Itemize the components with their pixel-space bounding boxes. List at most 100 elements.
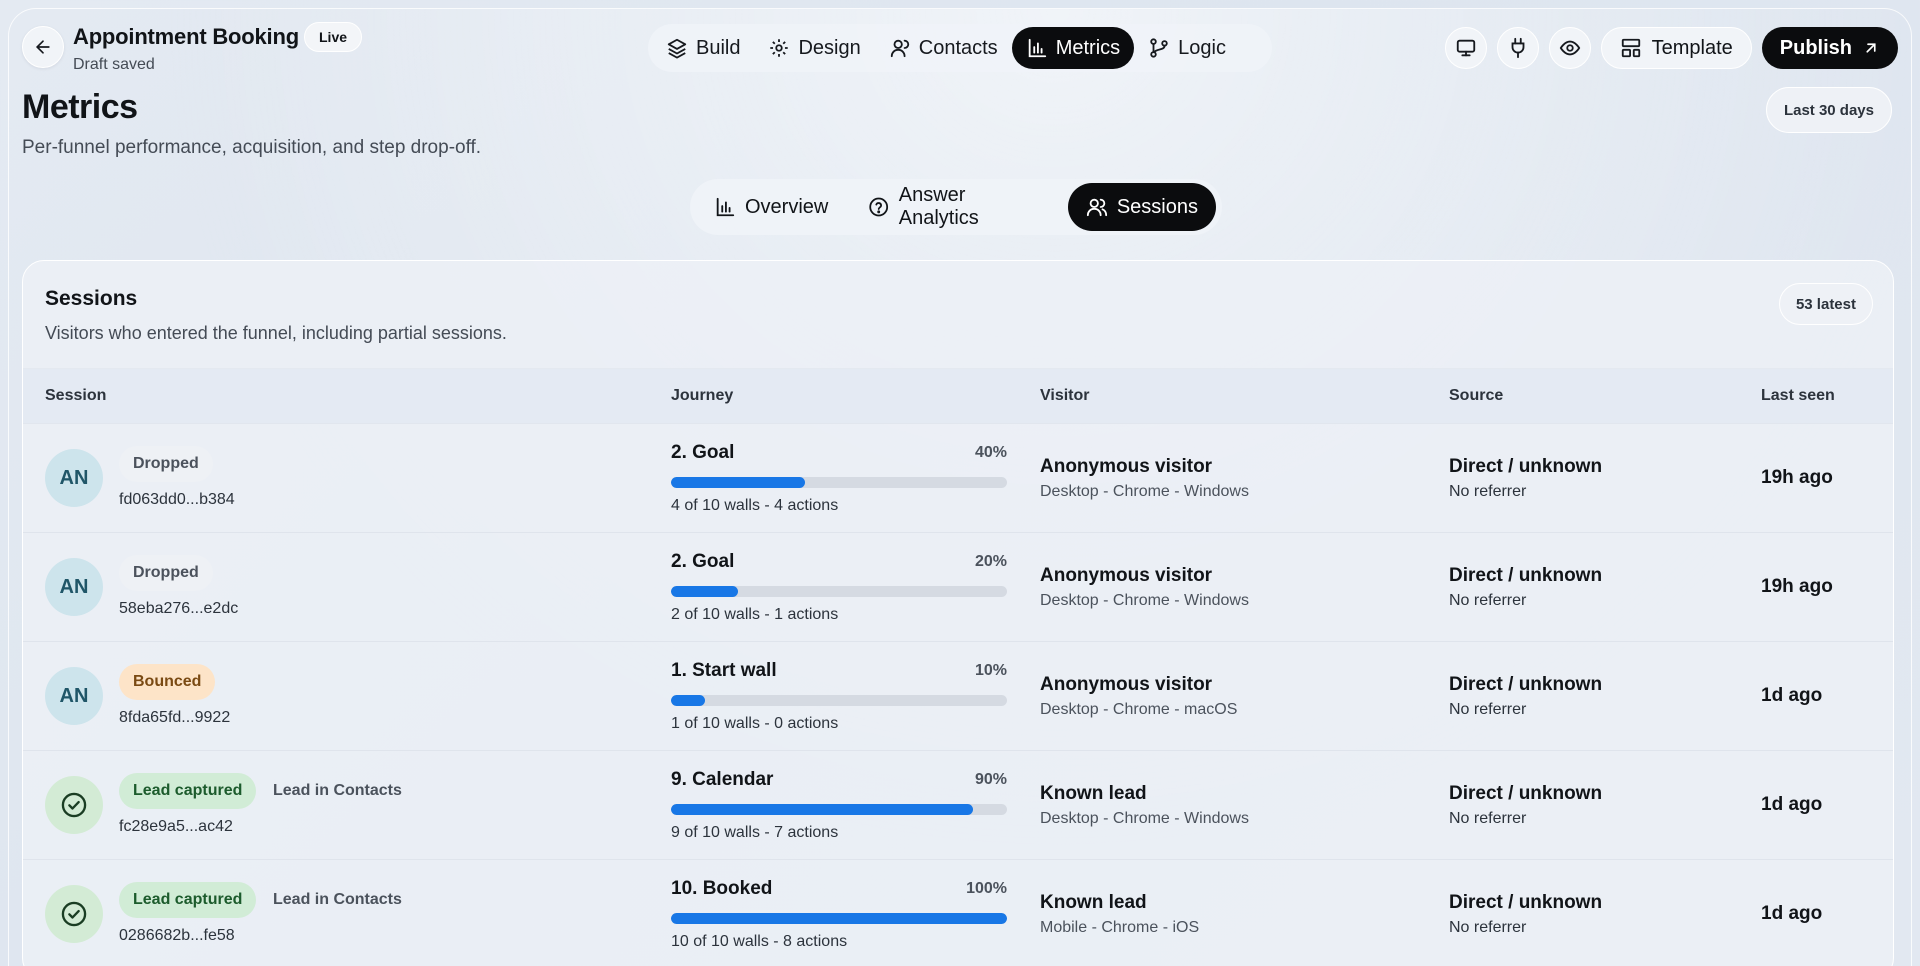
- journey-step: 9. Calendar: [671, 769, 774, 790]
- monitor-icon: [1456, 39, 1475, 57]
- visitor-device: Desktop - Chrome - Windows: [1040, 810, 1249, 827]
- tab-overview[interactable]: Overview: [696, 183, 846, 231]
- desktop-preview-button[interactable]: [1444, 27, 1487, 69]
- nav-contacts[interactable]: Contacts: [875, 27, 1012, 69]
- check-circle-icon: [61, 792, 87, 818]
- avatar: AN: [45, 667, 103, 725]
- draft-status: Draft saved: [73, 56, 155, 73]
- table-row[interactable]: Lead captured Lead in Contacts 0286682b...…: [23, 860, 1893, 966]
- lead-contacts-link[interactable]: Lead in Contacts: [273, 891, 402, 909]
- session-id: 0286682b...fe58: [119, 927, 235, 944]
- nav-metrics[interactable]: Metrics: [1011, 27, 1135, 69]
- progress-bar-fill: [671, 804, 974, 815]
- tab-answer-analytics-label: Answer Analytics: [898, 184, 979, 229]
- lead-contacts-link[interactable]: Lead in Contacts: [273, 782, 402, 800]
- session-id: fd063dd0...b384: [119, 491, 235, 508]
- progress-bar: [671, 913, 1007, 924]
- avatar: [45, 885, 103, 943]
- visitor-name: Known lead: [1040, 783, 1147, 804]
- nav-logic[interactable]: Logic: [1134, 27, 1240, 69]
- tab-sessions[interactable]: Sessions: [1067, 183, 1216, 231]
- bar-chart-icon: [1028, 38, 1046, 58]
- last-seen: 19h ago: [1761, 576, 1833, 597]
- visitor-device: Desktop - Chrome - Windows: [1040, 592, 1249, 609]
- template-label: Template: [1651, 36, 1733, 59]
- template-button[interactable]: Template: [1600, 27, 1752, 69]
- preview-button[interactable]: [1548, 27, 1591, 69]
- progress-bar-fill: [671, 695, 705, 706]
- table-row[interactable]: Lead captured Lead in Contacts fc28e9a5...…: [23, 751, 1893, 860]
- publish-button[interactable]: Publish: [1761, 27, 1898, 69]
- source-name: Direct / unknown: [1449, 892, 1603, 913]
- col-source[interactable]: Source: [1449, 387, 1503, 405]
- status-badge: Lead captured: [119, 882, 257, 918]
- bar-chart-icon: [716, 197, 735, 217]
- source-name: Direct / unknown: [1449, 565, 1603, 586]
- toolbar-actions: Template Publish: [1444, 27, 1898, 69]
- layers-icon: [667, 38, 687, 59]
- col-visitor[interactable]: Visitor: [1040, 387, 1090, 405]
- last-seen: 1d ago: [1761, 685, 1823, 706]
- col-session[interactable]: Session: [45, 387, 106, 405]
- status-badge: Bounced: [119, 664, 216, 700]
- col-last-seen[interactable]: Last seen: [1761, 387, 1835, 405]
- integrations-button[interactable]: [1496, 27, 1539, 69]
- visitor-name: Anonymous visitor: [1040, 674, 1213, 695]
- visitor-device: Mobile - Chrome - iOS: [1040, 919, 1200, 936]
- journey-percent: 20%: [974, 553, 1007, 570]
- journey-step: 2. Goal: [671, 442, 735, 463]
- arrow-left-icon: [36, 40, 50, 54]
- progress-bar: [671, 586, 1007, 597]
- table-row[interactable]: AN Dropped 58eba276...e2dc 2. Goal 20% 2 of 1…: [23, 533, 1893, 642]
- source-name: Direct / unknown: [1449, 456, 1603, 477]
- journey-step: 10. Booked: [671, 878, 773, 899]
- arrow-up-right-icon: [1866, 43, 1876, 53]
- tab-sessions-label: Sessions: [1116, 195, 1198, 218]
- sessions-subtitle: Visitors who entered the funnel, includi…: [45, 323, 507, 343]
- top-bar: Appointment Booking Live Draft saved Bui…: [0, 0, 1920, 96]
- back-button[interactable]: [22, 26, 64, 68]
- session-id: 58eba276...e2dc: [119, 600, 239, 617]
- journey-percent: 100%: [966, 880, 1007, 897]
- live-badge: Live: [304, 22, 363, 52]
- metrics-tabs: Overview Answer Analytics Sessions: [690, 179, 1222, 235]
- journey-percent: 10%: [974, 662, 1007, 679]
- sessions-card: Sessions Visitors who entered the funnel…: [22, 260, 1894, 966]
- nav-design[interactable]: Design: [754, 27, 874, 69]
- status-badge: Dropped: [119, 446, 213, 482]
- table-header: Session Journey Visitor Source Last seen: [23, 368, 1893, 424]
- nav-build-label: Build: [696, 36, 741, 59]
- visitor-name: Anonymous visitor: [1040, 456, 1213, 477]
- source-referrer: No referrer: [1449, 483, 1527, 500]
- progress-bar: [671, 695, 1007, 706]
- nav-build[interactable]: Build: [652, 27, 754, 69]
- journey-walls: 10 of 10 walls - 8 actions: [671, 933, 848, 950]
- tab-answer-analytics[interactable]: Answer Analytics: [850, 183, 1063, 231]
- source-name: Direct / unknown: [1449, 674, 1603, 695]
- nav-contacts-label: Contacts: [918, 36, 998, 59]
- journey-step: 1. Start wall: [671, 660, 777, 681]
- source-referrer: No referrer: [1449, 919, 1527, 936]
- layout-template-icon: [1621, 38, 1640, 58]
- source-name: Direct / unknown: [1449, 783, 1603, 804]
- avatar: AN: [45, 558, 103, 616]
- table-row[interactable]: AN Bounced 8fda65fd...9922 1. Start wall 10%…: [23, 642, 1893, 751]
- last-seen: 19h ago: [1761, 467, 1833, 488]
- session-id: fc28e9a5...ac42: [119, 818, 233, 835]
- nav-logic-label: Logic: [1178, 36, 1226, 59]
- journey-walls: 1 of 10 walls - 0 actions: [671, 715, 839, 732]
- visitor-device: Desktop - Chrome - Windows: [1040, 483, 1249, 500]
- git-branch-icon: [1150, 38, 1168, 58]
- sessions-table-body: AN Dropped fd063dd0...b384 2. Goal 40% 4 of 1…: [23, 424, 1893, 966]
- source-referrer: No referrer: [1449, 810, 1527, 827]
- last-seen: 1d ago: [1761, 794, 1823, 815]
- progress-bar-fill: [671, 477, 806, 488]
- table-row[interactable]: AN Dropped fd063dd0...b384 2. Goal 40% 4 of 1…: [23, 424, 1893, 533]
- page-subtitle: Per-funnel performance, acquisition, and…: [22, 137, 482, 158]
- journey-walls: 2 of 10 walls - 1 actions: [671, 606, 839, 623]
- col-journey[interactable]: Journey: [671, 387, 733, 405]
- date-range-button[interactable]: Last 30 days: [1765, 87, 1892, 133]
- journey-step: 2. Goal: [671, 551, 735, 572]
- source-referrer: No referrer: [1449, 592, 1527, 609]
- progress-bar-fill: [671, 586, 739, 597]
